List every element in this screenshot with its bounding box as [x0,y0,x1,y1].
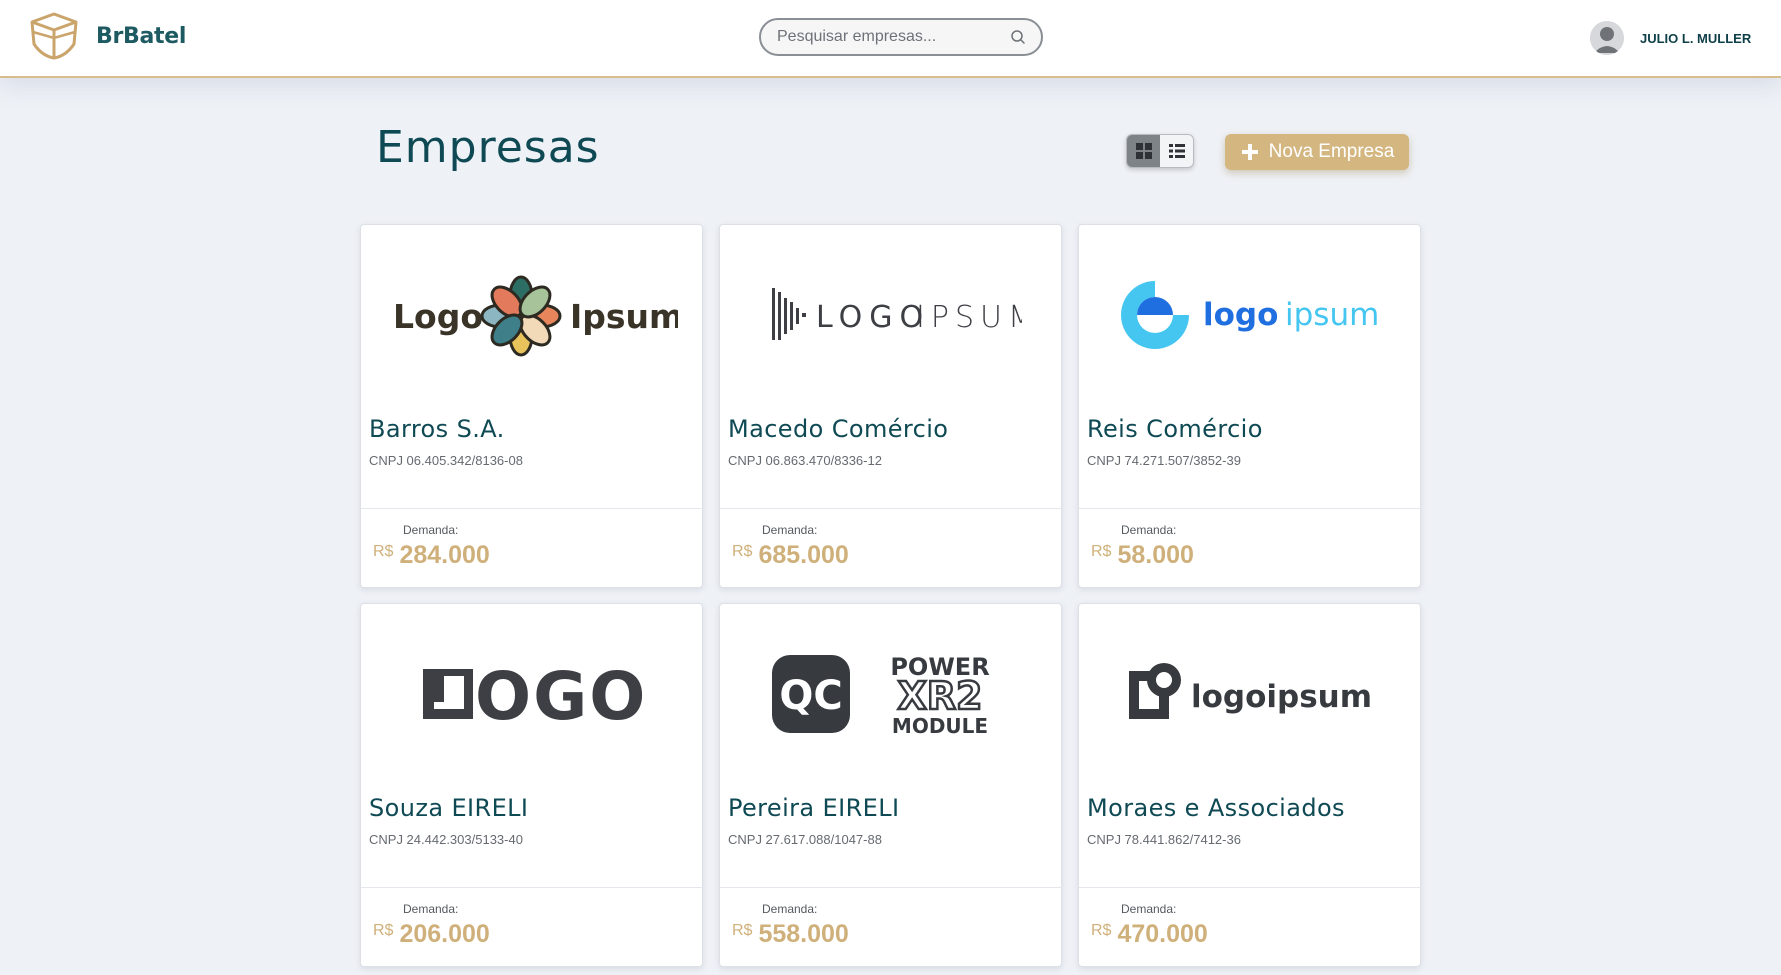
company-name: Pereira EIRELI [728,794,900,822]
logo-text: XR2 [897,674,982,718]
search-box[interactable] [759,18,1043,56]
logo-text: OGO [475,659,647,729]
currency-symbol: R$ [732,922,753,939]
demand-label: Demanda: [403,902,459,916]
company-cnpj: CNPJ 74.271.507/3852-39 [1087,453,1241,468]
demand-label: Demanda: [1121,902,1177,916]
logo-text: logoipsum [1191,679,1372,715]
user-name: JULIO L. MULLER [1640,30,1752,46]
company-cnpj: CNPJ 24.442.303/5133-40 [369,832,523,847]
company-cnpj: CNPJ 78.441.862/7412-36 [1087,832,1241,847]
company-cnpj: CNPJ 06.863.470/8336-12 [728,453,882,468]
company-name: Reis Comércio [1087,415,1263,443]
demand-value: R$ 284.000 [373,541,490,570]
search-input[interactable] [761,28,1009,46]
currency-symbol: R$ [1091,922,1112,939]
company-name: Macedo Comércio [728,415,949,443]
card-divider [361,508,704,509]
logo-text: LOGO [816,300,930,335]
company-name: Souza EIRELI [369,794,529,822]
company-card[interactable]: QC POWER XR2 MODULE Pereira EIRELI CNPJ … [719,603,1063,967]
company-card[interactable]: OGO Souza EIRELI CNPJ 24.442.303/5133-40… [360,603,704,967]
user-menu[interactable]: JULIO L. MULLER [1590,21,1751,55]
logo-text: IPSUM [916,300,1022,335]
card-divider [720,887,1063,888]
bars-logo-icon: LOGO IPSUM [771,288,1022,340]
plus-icon [1241,144,1258,160]
demand-value: R$ 58.000 [1091,541,1194,570]
company-cnpj: CNPJ 06.405.342/8136-08 [369,453,523,468]
currency-symbol: R$ [732,543,753,560]
company-card[interactable]: LOGO IPSUM Macedo Comércio CNPJ 06.863.4… [719,224,1063,588]
company-logo: logo ipsum [1079,225,1422,405]
company-logo: OGO [361,604,704,784]
company-card[interactable]: Logo Ipsum Barros S.A. CNPJ 06.405.342/8… [360,224,704,588]
search-icon[interactable] [1009,28,1027,46]
logo-text: logo [1203,297,1278,333]
ring-logo-icon: logo ipsum [1120,281,1379,349]
grid-view-button[interactable] [1127,135,1160,167]
top-bar: BrBatel JULIO L. MULLER [0,0,1781,78]
logo-wordmark-icon: OGO [422,659,647,729]
user-avatar-icon [1590,21,1624,55]
logo-text: QC [779,673,842,719]
company-name: Barros S.A. [369,415,505,443]
company-cnpj: CNPJ 27.617.088/1047-88 [728,832,882,847]
company-logo: logoipsum [1079,604,1422,784]
card-divider [720,508,1063,509]
demand-amount: 58.000 [1117,541,1194,569]
brand[interactable]: BrBatel [26,10,186,62]
brand-name: BrBatel [96,23,187,49]
logo-text: ipsum [1285,297,1379,333]
flower-logo-icon: Logo Ipsum [393,275,678,357]
company-logo: QC POWER XR2 MODULE [720,604,1063,784]
demand-amount: 558.000 [758,920,849,948]
company-logo: LOGO IPSUM [720,225,1063,405]
demand-value: R$ 558.000 [732,920,849,949]
demand-label: Demanda: [403,523,459,537]
new-company-label: Nova Empresa [1268,141,1395,162]
demand-amount: 470.000 [1117,920,1208,948]
list-view-icon [1168,144,1185,158]
demand-label: Demanda: [762,523,818,537]
company-logo: Logo Ipsum [361,225,704,405]
company-card[interactable]: logo ipsum Reis Comércio CNPJ 74.271.507… [1078,224,1422,588]
logo-text: Logo [393,297,483,336]
view-toggle[interactable] [1126,134,1194,168]
square-logo-icon: logoipsum [1128,663,1372,719]
demand-amount: 284.000 [399,541,490,569]
card-divider [1079,887,1422,888]
currency-symbol: R$ [373,543,394,560]
new-company-button[interactable]: Nova Empresa [1225,134,1409,170]
avatar[interactable] [1590,21,1624,55]
demand-value: R$ 206.000 [373,920,490,949]
card-divider [361,887,704,888]
company-card[interactable]: logoipsum Moraes e Associados CNPJ 78.44… [1078,603,1422,967]
card-divider [1079,508,1422,509]
grid-view-icon [1135,143,1152,159]
logo-text: MODULE [891,714,987,738]
list-view-button[interactable] [1160,135,1193,167]
demand-label: Demanda: [1121,523,1177,537]
ship-logo-icon [30,12,78,60]
page-title: Empresas [376,122,600,173]
demand-label: Demanda: [762,902,818,916]
demand-value: R$ 470.000 [1091,920,1208,949]
demand-value: R$ 685.000 [732,541,849,570]
demand-amount: 685.000 [758,541,849,569]
demand-amount: 206.000 [399,920,490,948]
qc-logo-icon: QC POWER XR2 MODULE [771,653,989,738]
currency-symbol: R$ [1091,543,1112,560]
company-name: Moraes e Associados [1087,794,1345,822]
currency-symbol: R$ [373,922,394,939]
logo-text: Ipsum [570,297,678,336]
